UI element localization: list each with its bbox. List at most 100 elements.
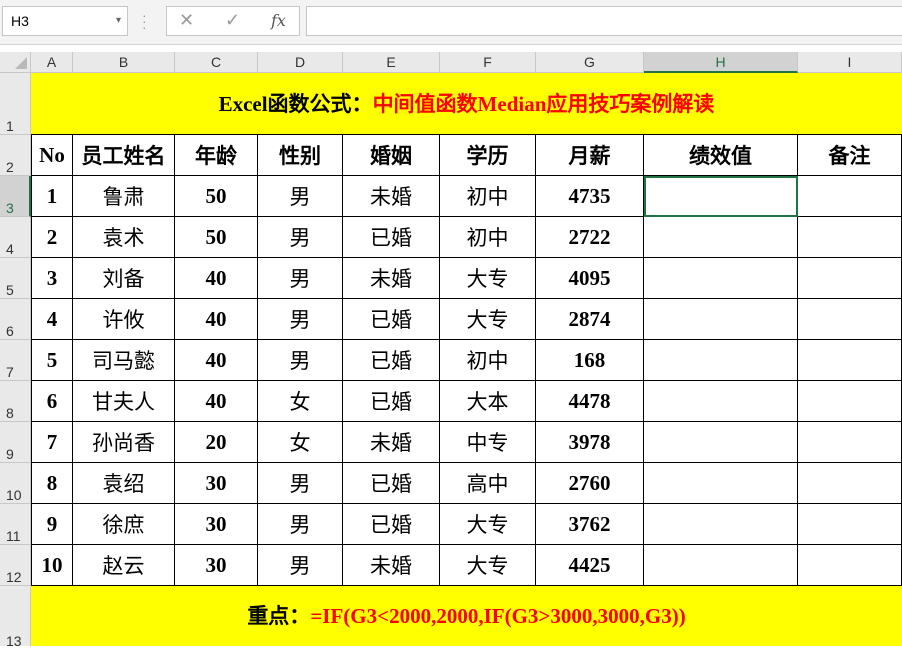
row-header-5[interactable]: 5 — [0, 258, 31, 299]
row-header-9[interactable]: 9 — [0, 422, 31, 463]
cell-performance[interactable] — [644, 463, 798, 504]
cell-marital[interactable]: 已婚 — [343, 504, 440, 545]
drag-handle-icon[interactable]: · · · — [142, 8, 147, 34]
cell-name[interactable]: 司马懿 — [73, 340, 175, 381]
cell-no[interactable]: 5 — [31, 340, 73, 381]
header-cell-performance[interactable]: 绩效值 — [644, 135, 798, 176]
cell-education[interactable]: 大专 — [440, 299, 536, 340]
cell-performance[interactable] — [644, 381, 798, 422]
cell-name[interactable]: 许攸 — [73, 299, 175, 340]
cell-performance[interactable] — [644, 504, 798, 545]
cell-no[interactable]: 9 — [31, 504, 73, 545]
cell-salary[interactable]: 4095 — [536, 258, 644, 299]
cell-remark[interactable] — [798, 340, 902, 381]
formula-note-banner[interactable]: 重点：=IF(G3<2000,2000,IF(G3>3000,3000,G3)) — [31, 586, 902, 646]
cell-education[interactable]: 中专 — [440, 422, 536, 463]
cell-age[interactable]: 30 — [175, 545, 258, 586]
cell-salary[interactable]: 3978 — [536, 422, 644, 463]
cell-education[interactable]: 大本 — [440, 381, 536, 422]
column-header-g[interactable]: G — [536, 52, 644, 73]
cell-age[interactable]: 40 — [175, 258, 258, 299]
cell-performance[interactable] — [644, 176, 798, 217]
cell-gender[interactable]: 男 — [258, 217, 343, 258]
cell-remark[interactable] — [798, 176, 902, 217]
header-cell-gender[interactable]: 性别 — [258, 135, 343, 176]
cell-performance[interactable] — [644, 340, 798, 381]
cell-age[interactable]: 40 — [175, 381, 258, 422]
cell-salary[interactable]: 4478 — [536, 381, 644, 422]
row-header-4[interactable]: 4 — [0, 217, 31, 258]
header-cell-salary[interactable]: 月薪 — [536, 135, 644, 176]
insert-function-icon[interactable]: fx — [271, 11, 286, 30]
cell-gender[interactable]: 男 — [258, 299, 343, 340]
row-header-8[interactable]: 8 — [0, 381, 31, 422]
cell-age[interactable]: 40 — [175, 299, 258, 340]
cell-marital[interactable]: 未婚 — [343, 422, 440, 463]
cell-marital[interactable]: 已婚 — [343, 299, 440, 340]
column-header-c[interactable]: C — [175, 52, 258, 73]
cell-remark[interactable] — [798, 422, 902, 463]
cell-no[interactable]: 8 — [31, 463, 73, 504]
header-cell-age[interactable]: 年龄 — [175, 135, 258, 176]
cell-marital[interactable]: 已婚 — [343, 217, 440, 258]
cell-name[interactable]: 袁绍 — [73, 463, 175, 504]
cell-age[interactable]: 50 — [175, 176, 258, 217]
cell-no[interactable]: 4 — [31, 299, 73, 340]
column-header-i[interactable]: I — [798, 52, 902, 73]
cancel-icon[interactable]: ✕ — [179, 10, 194, 31]
row-header-11[interactable]: 11 — [0, 504, 31, 545]
cell-no[interactable]: 6 — [31, 381, 73, 422]
header-cell-remark[interactable]: 备注 — [798, 135, 902, 176]
cell-salary[interactable]: 3762 — [536, 504, 644, 545]
header-cell-marital[interactable]: 婚姻 — [343, 135, 440, 176]
cell-name[interactable]: 鲁肃 — [73, 176, 175, 217]
cell-no[interactable]: 2 — [31, 217, 73, 258]
cell-gender[interactable]: 男 — [258, 545, 343, 586]
cell-education[interactable]: 大专 — [440, 504, 536, 545]
cell-salary[interactable]: 4425 — [536, 545, 644, 586]
cell-remark[interactable] — [798, 545, 902, 586]
formula-input[interactable] — [306, 6, 902, 36]
row-header-12[interactable]: 12 — [0, 545, 31, 586]
name-box[interactable]: H3 ▾ — [2, 6, 128, 36]
cell-remark[interactable] — [798, 258, 902, 299]
cell-no[interactable]: 3 — [31, 258, 73, 299]
cell-gender[interactable]: 男 — [258, 176, 343, 217]
cell-age[interactable]: 30 — [175, 463, 258, 504]
cell-education[interactable]: 大专 — [440, 545, 536, 586]
cell-education[interactable]: 高中 — [440, 463, 536, 504]
cell-marital[interactable]: 未婚 — [343, 258, 440, 299]
cell-no[interactable]: 1 — [31, 176, 73, 217]
cell-no[interactable]: 10 — [31, 545, 73, 586]
cell-marital[interactable]: 未婚 — [343, 176, 440, 217]
cell-salary[interactable]: 168 — [536, 340, 644, 381]
row-header-1[interactable]: 1 — [0, 73, 31, 135]
select-all-corner[interactable] — [0, 52, 31, 73]
header-cell-no[interactable]: No — [31, 135, 73, 176]
cell-education[interactable]: 大专 — [440, 258, 536, 299]
cell-remark[interactable] — [798, 463, 902, 504]
cell-name[interactable]: 赵云 — [73, 545, 175, 586]
cell-name[interactable]: 孙尚香 — [73, 422, 175, 463]
column-header-e[interactable]: E — [343, 52, 440, 73]
column-header-h[interactable]: H — [644, 52, 798, 73]
cell-gender[interactable]: 男 — [258, 340, 343, 381]
cell-education[interactable]: 初中 — [440, 340, 536, 381]
header-cell-education[interactable]: 学历 — [440, 135, 536, 176]
row-header-10[interactable]: 10 — [0, 463, 31, 504]
cell-gender[interactable]: 男 — [258, 258, 343, 299]
cell-age[interactable]: 20 — [175, 422, 258, 463]
cell-performance[interactable] — [644, 217, 798, 258]
enter-icon[interactable]: ✓ — [225, 10, 240, 31]
cell-name[interactable]: 徐庶 — [73, 504, 175, 545]
cell-remark[interactable] — [798, 299, 902, 340]
column-header-a[interactable]: A — [31, 52, 73, 73]
cell-salary[interactable]: 2722 — [536, 217, 644, 258]
chevron-down-icon[interactable]: ▾ — [116, 7, 121, 35]
cell-performance[interactable] — [644, 545, 798, 586]
cell-performance[interactable] — [644, 422, 798, 463]
cell-education[interactable]: 初中 — [440, 176, 536, 217]
cell-age[interactable]: 40 — [175, 340, 258, 381]
column-header-b[interactable]: B — [73, 52, 175, 73]
row-header-13[interactable]: 13 — [0, 586, 31, 650]
